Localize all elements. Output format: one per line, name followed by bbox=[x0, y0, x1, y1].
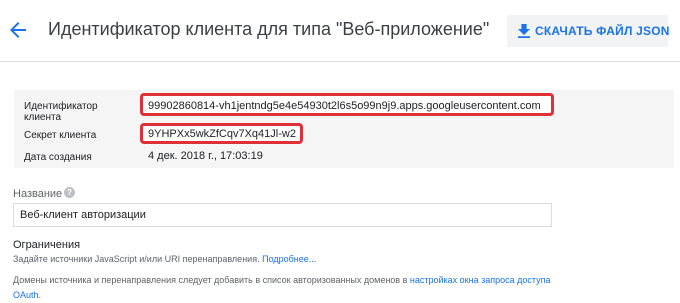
client-details-panel: Идентификатор клиента 99902860814-vh1jen… bbox=[14, 90, 674, 168]
page-title: Идентификатор клиента для типа "Веб-прил… bbox=[48, 19, 490, 39]
name-input[interactable] bbox=[13, 203, 552, 227]
download-json-label: СКАЧАТЬ ФАЙЛ JSON bbox=[535, 24, 670, 38]
restrictions-hint: Задайте источники JavaScript и/или URI п… bbox=[13, 254, 316, 264]
name-label: Название bbox=[13, 188, 63, 200]
restrictions-note: Домены источника и перенаправления следу… bbox=[13, 273, 573, 303]
help-icon[interactable]: ? bbox=[64, 187, 75, 198]
client-id-label: Идентификатор клиента bbox=[24, 101, 98, 123]
restrictions-title: Ограничения bbox=[13, 239, 81, 251]
page-header: Идентификатор клиента для типа "Веб-прил… bbox=[0, 0, 680, 62]
client-id-value: 99902860814-vh1jentndg5e4e54930t2l6s5o99… bbox=[148, 100, 541, 112]
arrow-back-icon bbox=[10, 22, 26, 38]
client-secret-value: 9YHPXx5wkZfCqv7Xq41Jl-w2 bbox=[148, 128, 296, 140]
client-secret-label: Секрет клиента bbox=[24, 130, 97, 141]
created-label: Дата создания bbox=[24, 152, 92, 163]
back-button[interactable] bbox=[6, 18, 30, 42]
restrictions-hint-text: Задайте источники JavaScript и/или URI п… bbox=[13, 254, 260, 264]
restrictions-note-text: Домены источника и перенаправления следу… bbox=[13, 275, 408, 285]
learn-more-link[interactable]: Подробнее... bbox=[262, 254, 316, 264]
created-value: 4 дек. 2018 г., 17:03:19 bbox=[148, 150, 263, 162]
download-icon bbox=[518, 24, 530, 38]
restrictions-note-suffix: . bbox=[38, 290, 42, 300]
download-json-button[interactable]: СКАЧАТЬ ФАЙЛ JSON bbox=[507, 15, 670, 47]
